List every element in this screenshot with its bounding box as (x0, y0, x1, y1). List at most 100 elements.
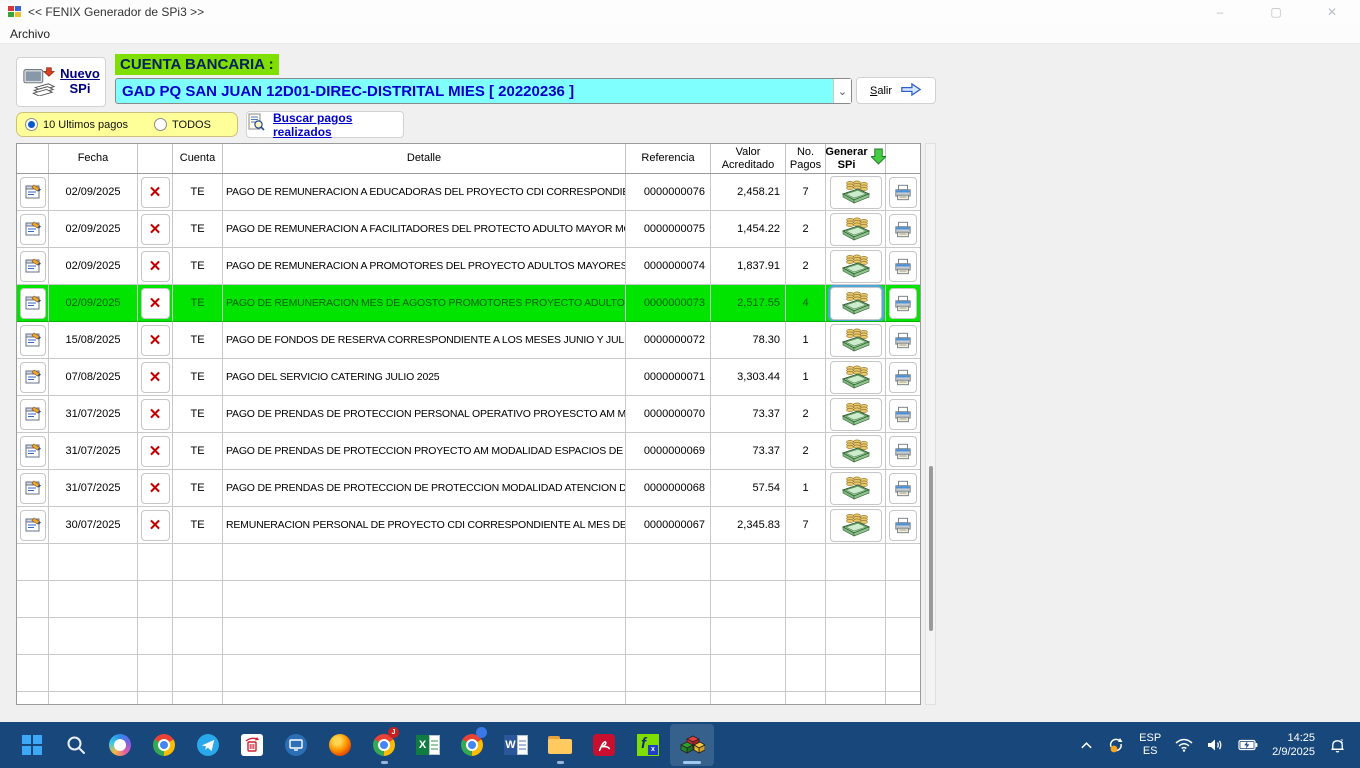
battery-icon[interactable] (1238, 739, 1258, 751)
generate-spi-button[interactable] (830, 361, 882, 394)
generar-cell (826, 359, 886, 396)
chrome-profile-j-app[interactable]: J (362, 724, 406, 766)
delete-record-button[interactable]: ✕ (141, 399, 170, 430)
generate-spi-button[interactable] (830, 472, 882, 505)
generar-cell (826, 211, 886, 248)
table-scrollbar[interactable] (925, 143, 936, 705)
delete-record-button[interactable]: ✕ (141, 288, 170, 319)
referencia-cell: 0000000075 (626, 211, 711, 248)
detalle-cell: PAGO DE REMUNERACION A EDUCADORAS DEL PR… (223, 174, 626, 211)
edit-record-button[interactable] (20, 473, 46, 504)
print-button[interactable] (889, 436, 917, 467)
taskbar-search[interactable] (54, 724, 98, 766)
delete-record-button[interactable]: ✕ (141, 510, 170, 541)
chevron-down-icon[interactable]: ⌄ (833, 79, 851, 103)
search-icon (65, 734, 87, 756)
copilot-app[interactable] (98, 724, 142, 766)
empty-table-row (17, 618, 920, 655)
fenix-icon: fx (637, 734, 659, 756)
print-button[interactable] (889, 288, 917, 319)
language-indicator[interactable]: ESP ES (1139, 732, 1161, 758)
buscar-pagos-button[interactable]: Buscar pagos realizados (246, 111, 404, 138)
excel-app[interactable]: X (406, 724, 450, 766)
telegram-app[interactable] (186, 724, 230, 766)
edit-record-button[interactable] (20, 288, 46, 319)
bank-account-dropdown[interactable]: GAD PQ SAN JUAN 12D01-DIREC-DISTRITAL MI… (115, 78, 852, 104)
delete-cell: ✕ (138, 248, 173, 285)
generar-cell (826, 433, 886, 470)
delete-record-button[interactable]: ✕ (141, 362, 170, 393)
chrome-profile-2-app[interactable] (450, 724, 494, 766)
header-print-col (886, 144, 920, 173)
nuevo-spi-button[interactable]: Nuevo SPi (16, 57, 106, 107)
print-button[interactable] (889, 399, 917, 430)
print-button[interactable] (889, 510, 917, 541)
generate-spi-button[interactable] (830, 435, 882, 468)
start-button[interactable] (10, 724, 54, 766)
pagos-cell: 7 (786, 174, 826, 211)
delete-record-button[interactable]: ✕ (141, 325, 170, 356)
valor-cell: 73.37 (711, 396, 786, 433)
edit-record-button[interactable] (20, 325, 46, 356)
cuenta-cell: TE (173, 248, 223, 285)
table-row: 30/07/2025 ✕ TE REMUNERACION PERSONAL DE… (17, 507, 920, 544)
delete-record-button[interactable]: ✕ (141, 473, 170, 504)
maximize-button[interactable]: ▢ (1248, 0, 1304, 24)
generate-spi-button[interactable] (830, 250, 882, 283)
remote-desktop-app[interactable] (274, 724, 318, 766)
menu-archivo[interactable]: Archivo (0, 27, 60, 41)
edit-record-button[interactable] (20, 510, 46, 541)
generate-spi-button[interactable] (830, 176, 882, 209)
profile-j-badge: J (388, 727, 399, 738)
fenix-app[interactable]: fx (626, 724, 670, 766)
print-button[interactable] (889, 251, 917, 282)
radio-todos[interactable]: TODOS (154, 118, 211, 131)
tray-chevron-up-icon[interactable] (1080, 741, 1093, 750)
file-explorer-app[interactable] (538, 724, 582, 766)
sync-status-icon[interactable] (1107, 736, 1125, 754)
word-app[interactable]: W (494, 724, 538, 766)
delete-record-button[interactable]: ✕ (141, 251, 170, 282)
detalle-cell: PAGO DE PRENDAS DE PROTECCION DE PROTECC… (223, 470, 626, 507)
generate-spi-button[interactable] (830, 509, 882, 542)
delete-record-button[interactable]: ✕ (141, 436, 170, 467)
edit-record-button[interactable] (20, 177, 46, 208)
generate-spi-button[interactable] (830, 324, 882, 357)
radio-10-ultimos-pagos[interactable]: 10 Ultimos pagos (25, 118, 128, 131)
visual-foxpro-app-active[interactable] (670, 724, 714, 766)
minimize-button[interactable]: – (1192, 0, 1248, 24)
valor-cell: 1,454.22 (711, 211, 786, 248)
edit-record-button[interactable] (20, 399, 46, 430)
notification-bell-icon[interactable]: z (1329, 737, 1346, 754)
edit-record-button[interactable] (20, 214, 46, 245)
chrome-app[interactable] (142, 724, 186, 766)
generate-spi-button[interactable] (830, 398, 882, 431)
salir-button[interactable]: Salir (856, 77, 936, 104)
detalle-cell: PAGO DE REMUNERACION A FACILITADORES DEL… (223, 211, 626, 248)
delete-record-button[interactable]: ✕ (141, 214, 170, 245)
tray-clock[interactable]: 14:25 2/9/2025 (1272, 731, 1315, 760)
generate-spi-button[interactable] (830, 287, 882, 320)
edit-record-button[interactable] (20, 362, 46, 393)
print-button[interactable] (889, 362, 917, 393)
generate-spi-button[interactable] (830, 213, 882, 246)
print-button[interactable] (889, 214, 917, 245)
fecha-cell: 02/09/2025 (49, 211, 138, 248)
edit-record-button[interactable] (20, 436, 46, 467)
recycle-app[interactable] (230, 724, 274, 766)
generar-cell (826, 248, 886, 285)
edit-record-button[interactable] (20, 251, 46, 282)
print-button[interactable] (889, 325, 917, 356)
close-button[interactable]: ✕ (1304, 0, 1360, 24)
delete-record-button[interactable]: ✕ (141, 177, 170, 208)
table-row: 31/07/2025 ✕ TE PAGO DE PRENDAS DE PROTE… (17, 470, 920, 507)
print-button[interactable] (889, 473, 917, 504)
volume-icon[interactable] (1207, 738, 1224, 752)
cuenta-cell: TE (173, 211, 223, 248)
firefox-app[interactable] (318, 724, 362, 766)
wifi-icon[interactable] (1175, 738, 1193, 752)
acrobat-app[interactable] (582, 724, 626, 766)
scrollbar-thumb[interactable] (929, 466, 933, 631)
valor-cell: 3,303.44 (711, 359, 786, 396)
print-button[interactable] (889, 177, 917, 208)
